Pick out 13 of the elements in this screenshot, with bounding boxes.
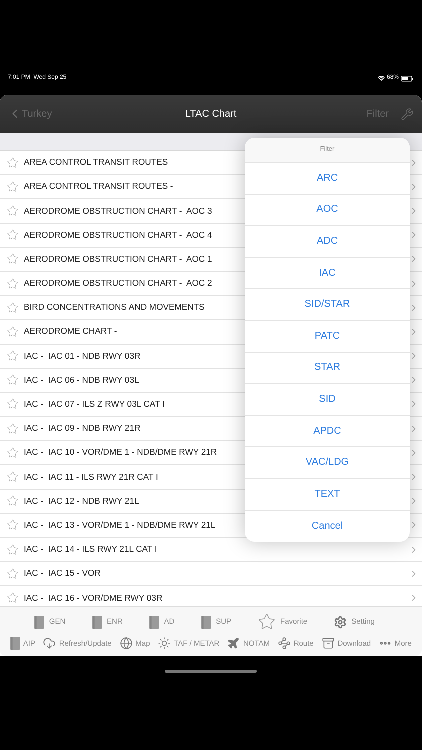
back-button[interactable]: Turkey <box>8 106 88 122</box>
filter-option[interactable]: TEXT <box>245 478 410 511</box>
filter-option[interactable]: IAC <box>245 258 410 290</box>
filter-option[interactable]: AOC <box>245 194 410 226</box>
filter-option[interactable]: ADC <box>245 226 410 258</box>
filter-option[interactable]: VAC/LDG <box>245 447 410 479</box>
filter-option[interactable]: APDC <box>245 416 410 448</box>
filter-option[interactable]: PATC <box>245 320 410 353</box>
filter-option[interactable]: SID/STAR <box>245 289 410 321</box>
filter-option[interactable]: STAR <box>245 352 410 384</box>
filter-option[interactable]: ARC <box>245 163 410 195</box>
nav-title: LTAC Chart <box>185 108 237 122</box>
filter-option[interactable]: SID <box>245 384 410 416</box>
